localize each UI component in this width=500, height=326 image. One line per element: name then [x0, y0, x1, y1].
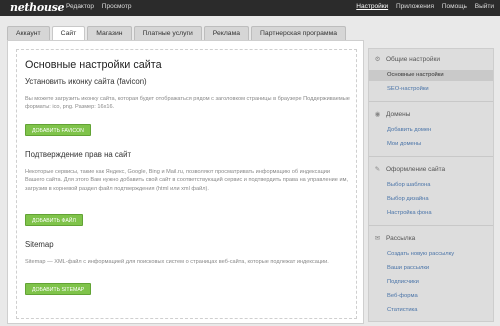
favicon-heading: Установить иконку сайта (favicon): [25, 77, 147, 86]
sidebar-item-seo-settings[interactable]: SEO-настройки: [369, 84, 493, 95]
add-sitemap-button[interactable]: ДОБАВИТЬ SITEMAP: [25, 283, 92, 295]
settings-sidebar: ⚙ Общие настройки Основные настройки SEO…: [368, 48, 494, 322]
top-nav-preview[interactable]: Просмотр: [102, 3, 132, 10]
sidebar-item-background-settings[interactable]: Настройка фона: [369, 208, 493, 219]
settings-tabs: Аккаунт Сайт Магазин Платные услуги Рекл…: [7, 26, 348, 41]
top-nav-editor[interactable]: Редактор: [66, 3, 94, 10]
sidebar-item-your-mailings[interactable]: Ваши рассылки: [369, 263, 493, 274]
sidebar-item-choose-design[interactable]: Выбор дизайна: [369, 194, 493, 205]
gear-icon: ⚙: [374, 56, 381, 63]
top-nav-help[interactable]: Помощь: [442, 3, 467, 10]
favicon-description: Вы можете загрузить иконку сайта, котора…: [25, 96, 350, 111]
sidebar-section-domains[interactable]: ◉ Домены: [369, 108, 493, 121]
sidebar-section-label: Рассылка: [386, 235, 416, 242]
sidebar-item-statistics[interactable]: Статистика: [369, 305, 493, 316]
content-area: Основные настройки сайта Установить икон…: [16, 49, 357, 319]
sidebar-item-add-domain[interactable]: Добавить домен: [369, 125, 493, 136]
sidebar-section-design[interactable]: ✎ Оформление сайта: [369, 163, 493, 176]
tab-advertising[interactable]: Реклама: [203, 26, 250, 40]
sidebar-divider: [369, 225, 493, 226]
logo[interactable]: nethouse: [10, 1, 65, 14]
top-nav-left: Редактор Просмотр: [66, 3, 137, 10]
sidebar-item-subscribers[interactable]: Подписчики: [369, 277, 493, 288]
sidebar-item-general-settings[interactable]: Основные настройки: [369, 70, 493, 81]
verification-description: Некоторые сервисы, такие как Яндекс, Goo…: [25, 169, 348, 192]
sidebar-item-web-form[interactable]: Веб-форма: [369, 291, 493, 302]
sidebar-section-label: Общие настройки: [386, 56, 440, 63]
tab-site[interactable]: Сайт: [51, 26, 86, 41]
sidebar-item-new-mailing[interactable]: Создать новую рассылку: [369, 249, 493, 260]
sitemap-heading: Sitemap: [25, 240, 54, 249]
top-nav-logout[interactable]: Выйти: [475, 3, 494, 10]
sidebar-divider: [369, 156, 493, 157]
add-favicon-button[interactable]: ДОБАВИТЬ FAVICON: [25, 124, 91, 136]
sidebar-section-label: Домены: [386, 111, 411, 118]
tab-shop[interactable]: Магазин: [87, 26, 132, 40]
globe-icon: ◉: [374, 111, 381, 118]
sidebar-item-my-domains[interactable]: Мои домены: [369, 139, 493, 150]
sitemap-description: Sitemap — XML-файл с информацией для пои…: [25, 259, 329, 265]
page-title: Основные настройки сайта: [25, 59, 162, 71]
pencil-icon: ✎: [374, 166, 381, 173]
add-file-button[interactable]: ДОБАВИТЬ ФАЙЛ: [25, 214, 83, 226]
tab-paid-services[interactable]: Платные услуги: [133, 26, 202, 40]
top-nav-apps[interactable]: Приложения: [396, 3, 434, 10]
envelope-icon: ✉: [374, 235, 381, 242]
sidebar-section-mailing[interactable]: ✉ Рассылка: [369, 232, 493, 245]
top-bar: nethouse Редактор Просмотр Настройки При…: [0, 0, 500, 16]
sidebar-item-choose-template[interactable]: Выбор шаблона: [369, 180, 493, 191]
sidebar-section-general[interactable]: ⚙ Общие настройки: [369, 53, 493, 66]
main-panel: Основные настройки сайта Установить икон…: [7, 40, 364, 324]
sidebar-divider: [369, 101, 493, 102]
top-nav-right: Настройки Приложения Помощь Выйти: [350, 3, 494, 10]
verification-heading: Подтверждение прав на сайт: [25, 150, 132, 159]
sidebar-section-label: Оформление сайта: [386, 166, 446, 173]
top-nav-settings[interactable]: Настройки: [356, 3, 388, 10]
tab-account[interactable]: Аккаунт: [7, 26, 50, 40]
tab-partner-program[interactable]: Партнерская программа: [251, 26, 347, 40]
